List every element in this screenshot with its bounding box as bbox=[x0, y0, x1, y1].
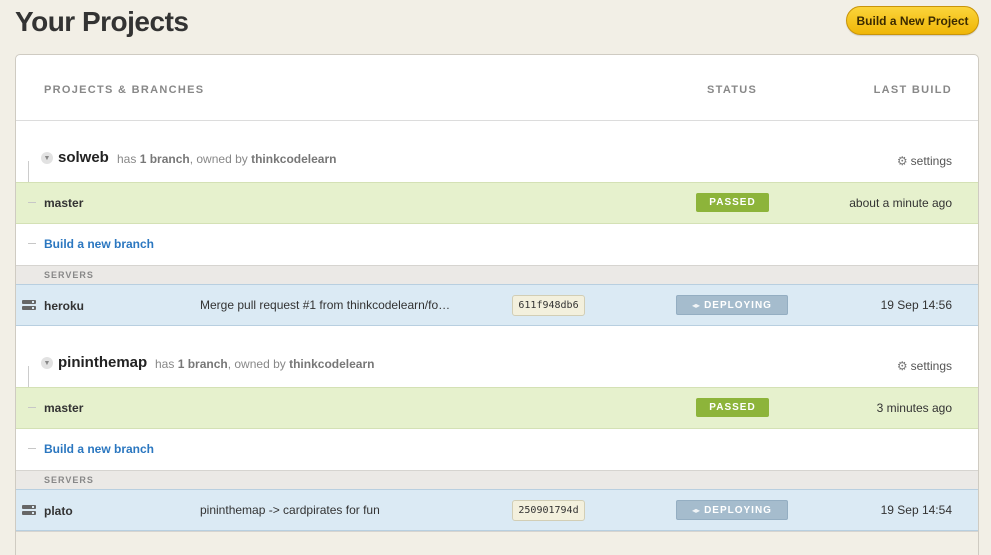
commit-message: pininthemap -> cardpirates for fun bbox=[200, 503, 380, 517]
tree-branch-tick bbox=[28, 407, 36, 408]
page-title: Your Projects bbox=[15, 6, 189, 37]
build-new-branch-link[interactable]: Build a new branch bbox=[44, 237, 154, 251]
branch-name[interactable]: master bbox=[44, 401, 83, 415]
last-build-time: 3 minutes ago bbox=[876, 401, 952, 415]
meta-owned-by: , owned by bbox=[227, 357, 286, 371]
projects-panel: PROJECTS & BRANCHES STATUS LAST BUILD ▼ … bbox=[15, 54, 979, 555]
project-pininthemap: ▼ pininthemap has 1 branch, owned by thi… bbox=[16, 326, 978, 531]
deploy-time: 19 Sep 14:54 bbox=[880, 503, 952, 517]
settings-link[interactable]: ⚙ settings bbox=[897, 154, 952, 168]
server-name[interactable]: plato bbox=[44, 504, 73, 518]
branch-count: 1 branch bbox=[177, 357, 228, 371]
tree-branch-tick bbox=[28, 243, 36, 244]
servers-section-label: SERVERS bbox=[16, 265, 978, 284]
status-badge-deploying: ◂▸ DEPLOYING bbox=[676, 500, 788, 520]
deploying-label: DEPLOYING bbox=[704, 299, 772, 311]
project-owner[interactable]: thinkcodelearn bbox=[289, 357, 374, 371]
project-header: ▼ pininthemap has 1 branch, owned by thi… bbox=[16, 326, 978, 387]
branch-name[interactable]: master bbox=[44, 196, 83, 210]
servers-section-label: SERVERS bbox=[16, 470, 978, 489]
servers-label: SERVERS bbox=[44, 270, 94, 280]
server-row[interactable]: heroku Merge pull request #1 from thinkc… bbox=[16, 284, 978, 326]
tree-branch-tick bbox=[28, 448, 36, 449]
branch-row[interactable]: master PASSED 3 minutes ago bbox=[16, 387, 978, 429]
commit-sha[interactable]: 611f948db6 bbox=[512, 295, 585, 316]
panel-bottom bbox=[16, 531, 978, 555]
column-projects-branches: PROJECTS & BRANCHES bbox=[44, 84, 205, 96]
column-last-build: LAST BUILD bbox=[873, 84, 952, 96]
meta-has: has bbox=[117, 152, 137, 166]
status-badge-passed: PASSED bbox=[696, 193, 769, 212]
deploy-arrow-icon: ◂▸ bbox=[692, 300, 701, 310]
status-badge-deploying: ◂▸ DEPLOYING bbox=[676, 295, 788, 315]
table-header: PROJECTS & BRANCHES STATUS LAST BUILD bbox=[16, 55, 978, 121]
project-meta: has 1 branch, owned by thinkcodelearn bbox=[155, 357, 374, 371]
project-owner[interactable]: thinkcodelearn bbox=[251, 152, 336, 166]
build-new-branch-link[interactable]: Build a new branch bbox=[44, 442, 154, 456]
deploy-time: 19 Sep 14:56 bbox=[880, 298, 952, 312]
last-build-time: about a minute ago bbox=[849, 196, 952, 210]
project-meta: has 1 branch, owned by thinkcodelearn bbox=[117, 152, 336, 166]
project-name[interactable]: solweb bbox=[58, 149, 109, 166]
tree-branch-tick bbox=[28, 202, 36, 203]
meta-owned-by: , owned by bbox=[189, 152, 248, 166]
branch-row[interactable]: master PASSED about a minute ago bbox=[16, 182, 978, 224]
project-name[interactable]: pininthemap bbox=[58, 354, 147, 371]
gear-icon: ⚙ bbox=[896, 154, 908, 168]
commit-message: Merge pull request #1 from thinkcodelear… bbox=[200, 298, 451, 312]
settings-link[interactable]: ⚙ settings bbox=[897, 359, 952, 373]
servers-label: SERVERS bbox=[44, 475, 94, 485]
caret-down-icon[interactable]: ▼ bbox=[41, 152, 53, 164]
server-icon bbox=[22, 505, 36, 516]
settings-label: settings bbox=[910, 154, 952, 168]
project-header: ▼ solweb has 1 branch, owned by thinkcod… bbox=[16, 121, 978, 182]
deploy-arrow-icon: ◂▸ bbox=[692, 505, 701, 515]
settings-label: settings bbox=[910, 359, 952, 373]
server-icon bbox=[22, 300, 36, 311]
column-status: STATUS bbox=[707, 84, 758, 96]
project-solweb: ▼ solweb has 1 branch, owned by thinkcod… bbox=[16, 121, 978, 326]
branch-count: 1 branch bbox=[139, 152, 190, 166]
gear-icon: ⚙ bbox=[896, 359, 908, 373]
deploying-label: DEPLOYING bbox=[704, 504, 772, 516]
new-branch-row: Build a new branch bbox=[16, 224, 978, 265]
new-branch-row: Build a new branch bbox=[16, 429, 978, 470]
commit-sha[interactable]: 250901794d bbox=[512, 500, 585, 521]
meta-has: has bbox=[155, 357, 175, 371]
status-badge-passed: PASSED bbox=[696, 398, 769, 417]
build-new-project-button[interactable]: Build a New Project bbox=[846, 6, 979, 35]
server-row[interactable]: plato pininthemap -> cardpirates for fun… bbox=[16, 489, 978, 531]
server-name[interactable]: heroku bbox=[44, 299, 84, 313]
caret-down-icon[interactable]: ▼ bbox=[41, 357, 53, 369]
